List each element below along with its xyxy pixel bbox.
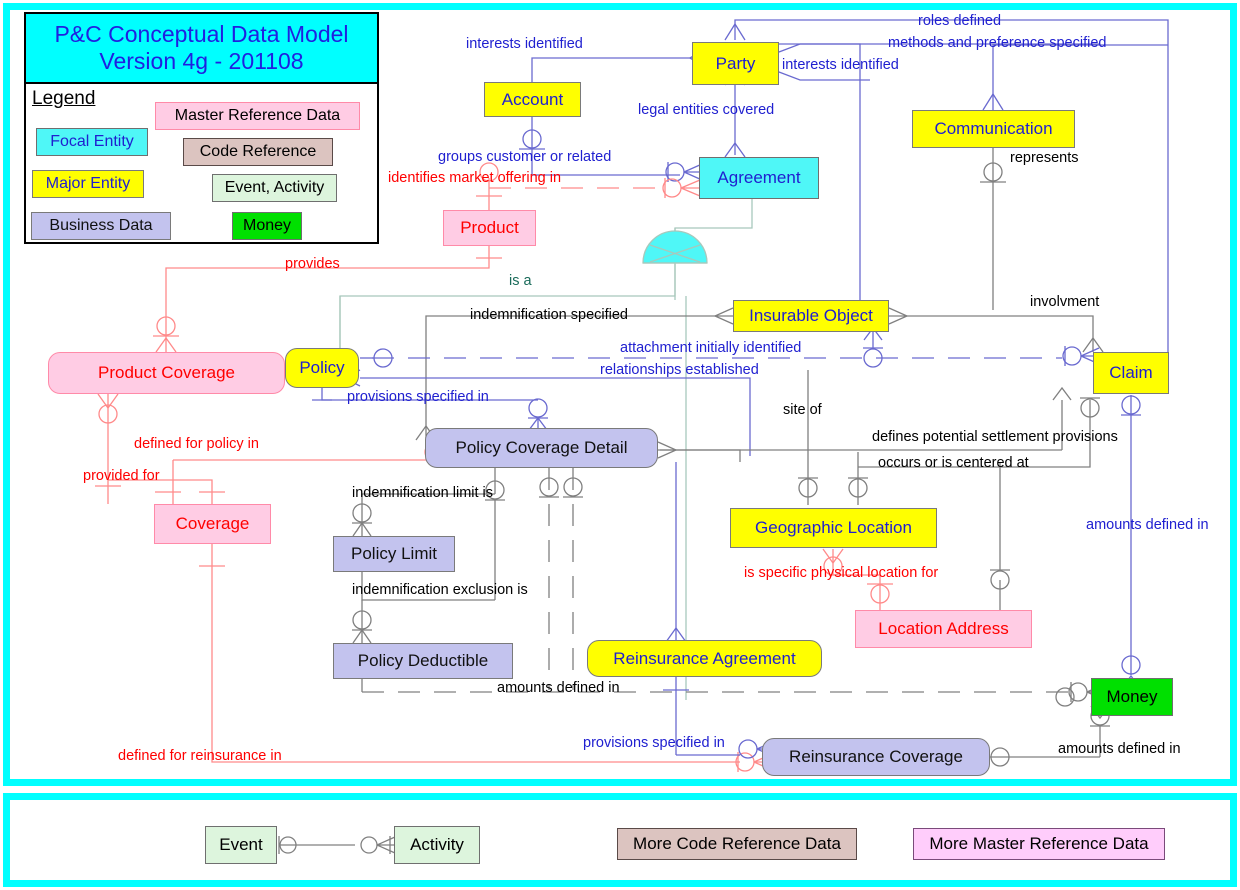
- footer-more-master-reference-data[interactable]: More Master Reference Data: [913, 828, 1165, 860]
- rel-label-is-specific-physical-location-for: is specific physical location for: [744, 565, 939, 581]
- legend-swatch-major-entity: Major Entity: [32, 170, 144, 198]
- rel-label-occurs-or-is-centered-at: occurs or is centered at: [878, 455, 1029, 471]
- entity-location-address[interactable]: Location Address: [855, 610, 1032, 648]
- entity-communication[interactable]: Communication: [912, 110, 1075, 148]
- entity-policy-coverage-detail[interactable]: Policy Coverage Detail: [425, 428, 658, 468]
- rel-label-identifies-market-offering-in: identifies market offering in: [388, 170, 562, 186]
- rel-label-provisions-specified-in-policy: provisions specified in: [347, 389, 489, 405]
- footer-entity-event[interactable]: Event: [205, 826, 277, 864]
- entity-money[interactable]: Money: [1091, 678, 1173, 716]
- rel-label-interests-identified-party: interests identified: [782, 57, 899, 73]
- entity-reinsurance-coverage[interactable]: Reinsurance Coverage: [762, 738, 990, 776]
- rel-label-defines-potential-settlement: defines potential settlement provisions: [872, 429, 1118, 445]
- entity-coverage[interactable]: Coverage: [154, 504, 271, 544]
- rel-label-defined-for-reinsurance-in: defined for reinsurance in: [118, 748, 282, 764]
- footer-more-code-reference-data[interactable]: More Code Reference Data: [617, 828, 857, 860]
- rel-label-amounts-defined-in-money: amounts defined in: [1058, 741, 1181, 757]
- rel-label-provisions-specified-in-reins: provisions specified in: [583, 735, 725, 751]
- legend-swatch-money: Money: [232, 212, 302, 240]
- rel-label-groups-customer-or-related: groups customer or related: [438, 149, 612, 165]
- entity-party[interactable]: Party: [692, 42, 779, 85]
- rel-label-roles-defined: roles defined: [918, 13, 1002, 29]
- entity-policy-deductible[interactable]: Policy Deductible: [333, 643, 513, 679]
- entity-product-coverage[interactable]: Product Coverage: [48, 352, 285, 394]
- legend-swatch-master-reference-data: Master Reference Data: [155, 102, 360, 130]
- rel-label-legal-entities-covered: legal entities covered: [638, 102, 775, 118]
- entity-agreement[interactable]: Agreement: [699, 157, 819, 199]
- rel-label-indemnification-specified: indemnification specified: [470, 307, 628, 323]
- entity-policy[interactable]: Policy: [285, 348, 359, 388]
- rel-label-involvment: involvment: [1030, 294, 1100, 310]
- rel-label-amounts-defined-in-deductible: amounts defined in: [497, 680, 620, 696]
- rel-label-is-a: is a: [509, 273, 532, 289]
- rel-label-indemnification-limit-is: indemnification limit is: [352, 485, 494, 501]
- rel-label-represents: represents: [1010, 150, 1079, 166]
- rel-label-provided-for: provided for: [83, 468, 160, 484]
- entity-account[interactable]: Account: [484, 82, 581, 117]
- rel-label-site-of: site of: [783, 402, 822, 418]
- title-line-1: P&C Conceptual Data Model: [54, 20, 349, 47]
- legend-swatch-focal-entity: Focal Entity: [36, 128, 148, 156]
- legend-swatch-event-activity: Event, Activity: [212, 174, 337, 202]
- legend-swatch-business-data: Business Data: [31, 212, 171, 240]
- rel-label-methods-and-preference: methods and preference specified: [888, 35, 1107, 51]
- entity-geographic-location[interactable]: Geographic Location: [730, 508, 937, 548]
- rel-label-relationships-established: relationships established: [600, 362, 759, 378]
- rel-label-defined-for-policy-in: defined for policy in: [134, 436, 259, 452]
- diagram-canvas: .bl { stroke:#6a6ad0; fill:none; stroke-…: [0, 0, 1240, 890]
- rel-label-interests-identified-account: interests identified: [466, 36, 583, 52]
- entity-claim[interactable]: Claim: [1093, 352, 1169, 394]
- entity-reinsurance-agreement[interactable]: Reinsurance Agreement: [587, 640, 822, 677]
- entity-product[interactable]: Product: [443, 210, 536, 246]
- footer-entity-activity[interactable]: Activity: [394, 826, 480, 864]
- rel-label-attachment-initially-identified: attachment initially identified: [620, 340, 802, 356]
- diagram-title: P&C Conceptual Data Model Version 4g - 2…: [24, 12, 379, 84]
- rel-label-indemnification-exclusion-is: indemnification exclusion is: [352, 582, 528, 598]
- legend-heading: Legend: [32, 88, 96, 109]
- rel-label-amounts-defined-in-claim: amounts defined in: [1086, 517, 1209, 533]
- entity-policy-limit[interactable]: Policy Limit: [333, 536, 455, 572]
- rel-label-provides: provides: [285, 256, 340, 272]
- title-line-2: Version 4g - 201108: [99, 48, 304, 74]
- entity-insurable-object[interactable]: Insurable Object: [733, 300, 889, 332]
- legend-swatch-code-reference: Code Reference: [183, 138, 333, 166]
